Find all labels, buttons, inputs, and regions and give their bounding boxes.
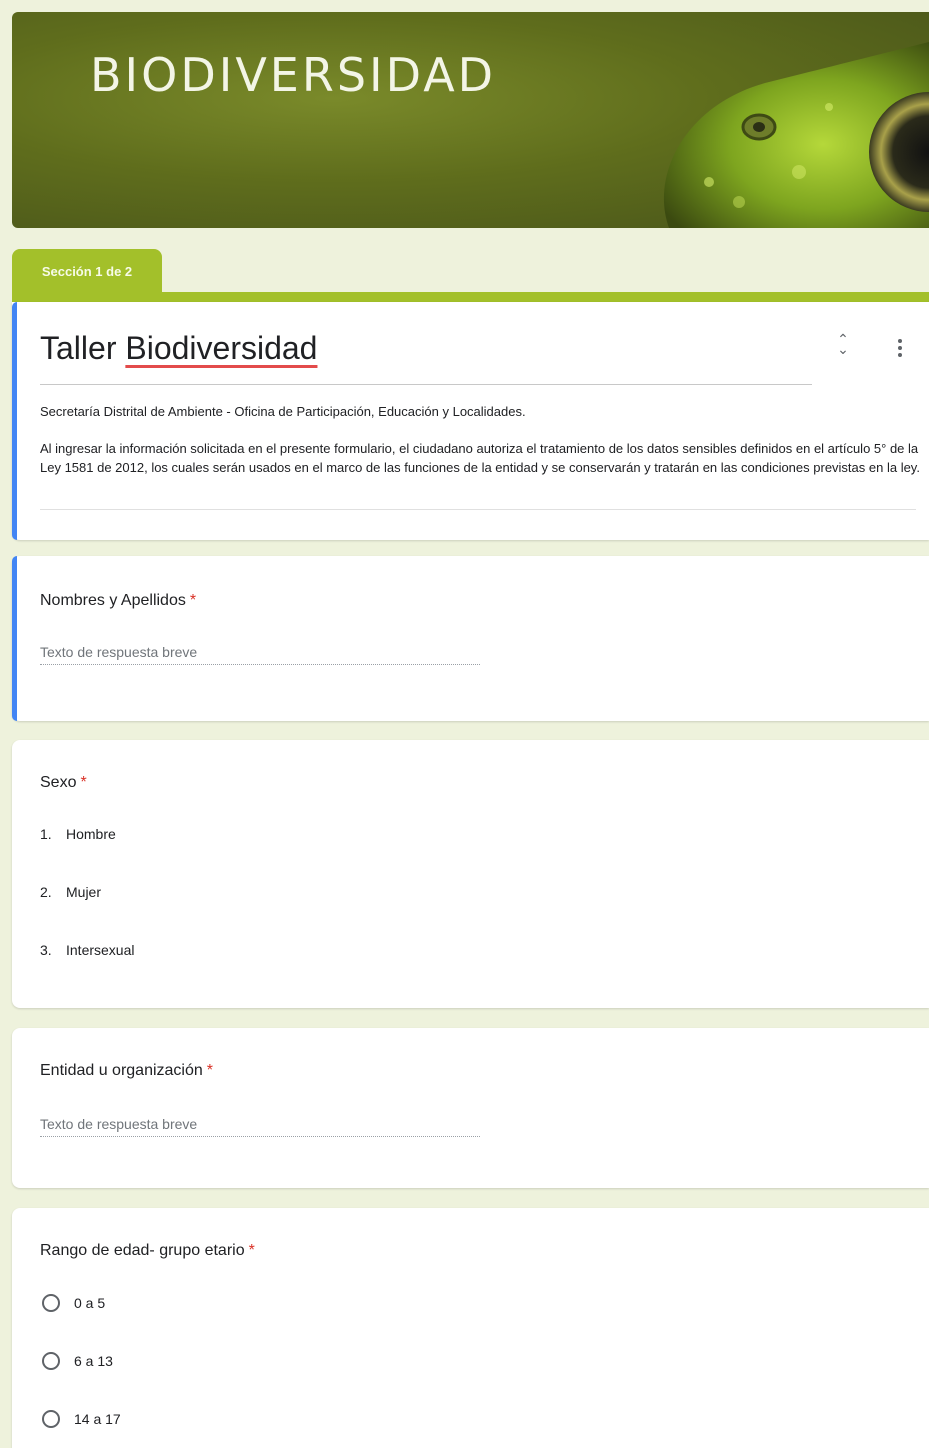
option-label: 0 a 5 [74, 1295, 106, 1311]
section-bar [12, 292, 929, 302]
banner-title: BIODIVERSIDAD [90, 48, 497, 102]
more-options-icon[interactable] [892, 334, 908, 362]
nombres-input[interactable] [40, 640, 480, 665]
form-page: BIODIVERSIDAD Sección 1 de 2 Taller Biod… [0, 0, 929, 1448]
form-title: Taller Biodiversidad [40, 330, 317, 367]
option-number: 2. [40, 884, 52, 900]
question-label-text: Sexo [40, 774, 77, 791]
question-label: Nombres y Apellidos * [40, 592, 196, 610]
radio-option[interactable]: 14 a 17 [42, 1410, 121, 1428]
list-item[interactable]: 3. Intersexual [40, 942, 134, 958]
description-line: Al ingresar la información solicitada en… [40, 441, 920, 475]
list-item[interactable]: 1. Hombre [40, 826, 116, 842]
radio-button[interactable] [42, 1294, 60, 1312]
form-description: Secretaría Distrital de Ambiente - Ofici… [40, 402, 920, 477]
question-label: Rango de edad- grupo etario * [40, 1242, 255, 1260]
form-title-underlined: Biodiversidad [125, 330, 318, 366]
option-number: 1. [40, 826, 52, 842]
question-card-entidad: Entidad u organización * [12, 1028, 929, 1188]
radio-button[interactable] [42, 1352, 60, 1370]
description-divider [40, 509, 916, 510]
question-label: Sexo * [40, 774, 87, 792]
required-mark: * [206, 1062, 214, 1079]
option-label: Hombre [66, 826, 116, 842]
question-label-text: Entidad u organización [40, 1062, 203, 1079]
header-banner: BIODIVERSIDAD [12, 12, 929, 228]
radio-button[interactable] [42, 1410, 60, 1428]
description-line: Secretaría Distrital de Ambiente - Ofici… [40, 404, 526, 419]
frog-image [663, 42, 929, 228]
option-label: Intersexual [66, 942, 135, 958]
question-card-sexo: Sexo * 1. Hombre 2. Mujer 3. Intersexual [12, 740, 929, 1008]
radio-option[interactable]: 0 a 5 [42, 1294, 105, 1312]
form-title-text: Taller [40, 330, 126, 366]
question-card-edad: Rango de edad- grupo etario * 0 a 5 6 a 1… [12, 1208, 929, 1448]
question-label-text: Nombres y Apellidos [40, 592, 186, 609]
title-divider [40, 384, 812, 385]
question-label: Entidad u organización * [40, 1062, 213, 1080]
form-header-card: Taller Biodiversidad ⌃ ⌄ Secretaría Distr… [12, 302, 929, 540]
required-mark: * [80, 774, 87, 791]
collapse-icon[interactable]: ⌃ ⌄ [832, 332, 854, 362]
radio-option[interactable]: 6 a 13 [42, 1352, 113, 1370]
required-mark: * [189, 592, 197, 609]
question-card-nombres: Nombres y Apellidos * [12, 556, 929, 721]
section-tab: Sección 1 de 2 [12, 249, 162, 294]
required-mark: * [248, 1242, 255, 1259]
entidad-input[interactable] [40, 1112, 480, 1137]
option-label: 6 a 13 [74, 1353, 113, 1369]
option-label: Mujer [66, 884, 102, 900]
list-item[interactable]: 2. Mujer [40, 884, 101, 900]
option-number: 3. [40, 942, 52, 958]
question-label-text: Rango de edad- grupo etario [40, 1242, 245, 1259]
option-label: 14 a 17 [74, 1411, 121, 1427]
